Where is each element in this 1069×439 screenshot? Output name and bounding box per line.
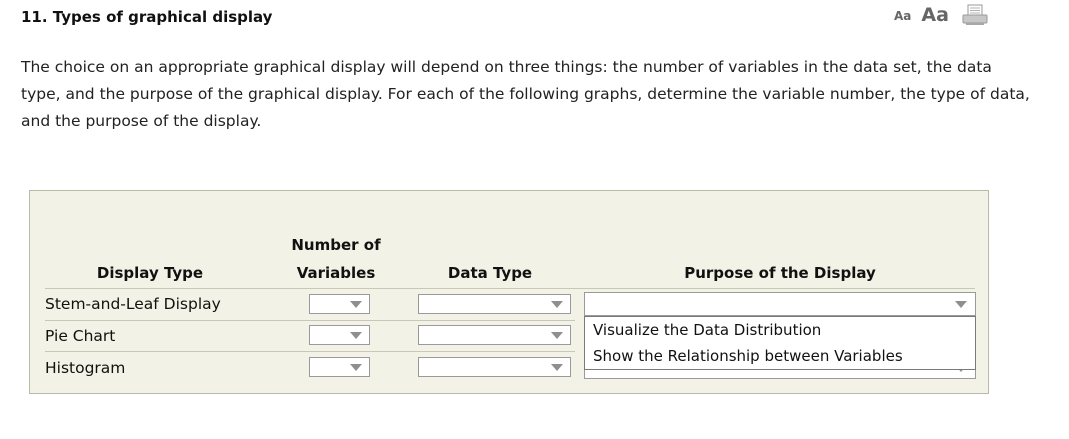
font-size-decrease-button[interactable]: Aa: [894, 9, 911, 26]
header-display-type: Display Type: [96, 264, 204, 282]
data-type-select-pie-chart[interactable]: [418, 325, 571, 345]
purpose-dropdown-list: Visualize the Data Distribution Show the…: [584, 316, 976, 370]
data-type-select-histogram[interactable]: [418, 357, 571, 377]
question-title: 11. Types of graphical display: [21, 8, 273, 26]
font-size-increase-button[interactable]: Aa: [921, 4, 949, 26]
chevron-down-icon: [551, 364, 563, 371]
question-panel: Display Type Number of Variables Data Ty…: [29, 190, 989, 394]
dropdown-option-show-relationship[interactable]: Show the Relationship between Variables: [593, 347, 903, 365]
row-label-pie-chart: Pie Chart: [45, 327, 116, 345]
text-tools: Aa Aa: [894, 4, 989, 26]
num-vars-select-histogram[interactable]: [309, 357, 370, 377]
intro-paragraph: The choice on an appropriate graphical d…: [21, 58, 1030, 130]
num-vars-select-stem-and-leaf[interactable]: [309, 294, 370, 314]
header-variables: Variables: [296, 264, 376, 282]
purpose-select-stem-and-leaf[interactable]: [584, 292, 976, 316]
chevron-down-icon: [551, 301, 563, 308]
chevron-down-icon: [551, 332, 563, 339]
chevron-down-icon: [955, 301, 967, 308]
row-divider: [45, 320, 575, 321]
chevron-down-icon: [350, 301, 362, 308]
header-divider: [45, 288, 975, 289]
row-divider: [45, 351, 575, 352]
row-label-stem-and-leaf: Stem-and-Leaf Display: [45, 295, 221, 313]
num-vars-select-pie-chart[interactable]: [309, 325, 370, 345]
chevron-down-icon: [350, 332, 362, 339]
header-purpose: Purpose of the Display: [684, 264, 876, 282]
dropdown-option-visualize-distribution[interactable]: Visualize the Data Distribution: [593, 321, 821, 339]
header-number-of: Number of: [291, 236, 381, 254]
row-label-histogram: Histogram: [45, 359, 126, 377]
header-data-type: Data Type: [447, 264, 533, 282]
data-type-select-stem-and-leaf[interactable]: [418, 294, 571, 314]
chevron-down-icon: [350, 364, 362, 371]
print-icon[interactable]: [961, 4, 989, 26]
